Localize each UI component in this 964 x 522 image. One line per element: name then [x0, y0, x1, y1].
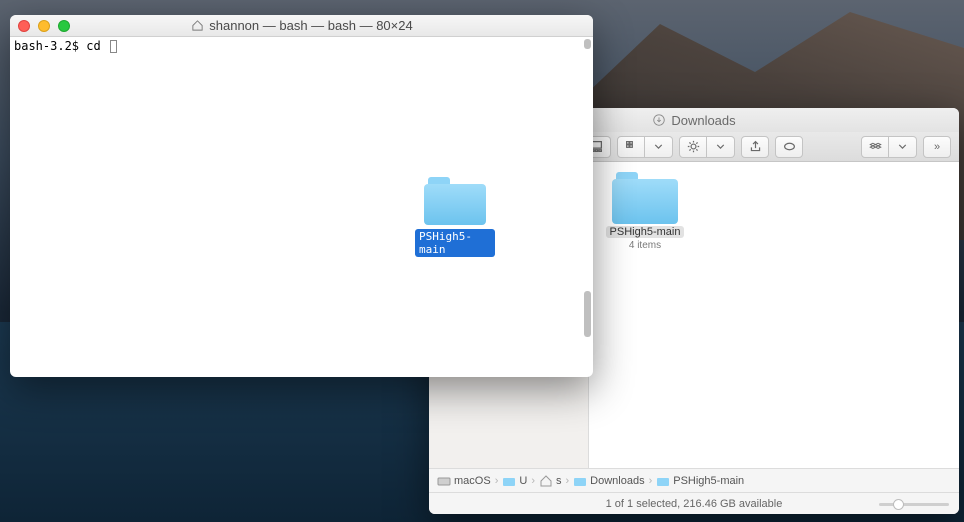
finder-content[interactable]: PSHigh5-main 4 items — [589, 162, 959, 468]
action-group — [679, 136, 735, 158]
drag-label: PSHigh5-main — [415, 229, 495, 257]
folder-icon — [502, 474, 516, 488]
item-name: PSHigh5-main — [606, 226, 685, 238]
action-button[interactable] — [679, 136, 707, 158]
dropbox-chevron[interactable] — [889, 136, 917, 158]
path-macos[interactable]: macOS — [437, 474, 491, 488]
home-icon — [539, 474, 553, 488]
disk-icon — [437, 474, 451, 488]
folder-icon — [656, 474, 670, 488]
folder-icon — [612, 172, 678, 224]
path-sep: › — [495, 475, 499, 487]
terminal-title-text: shannon — bash — bash — 80×24 — [209, 18, 412, 33]
tags-button[interactable] — [775, 136, 803, 158]
terminal-titlebar[interactable]: shannon — bash — bash — 80×24 — [10, 15, 593, 37]
toolbar-overflow[interactable]: » — [923, 136, 951, 158]
terminal-prompt: bash-3.2$ — [14, 39, 86, 53]
finder-item[interactable]: PSHigh5-main 4 items — [599, 172, 691, 458]
terminal-cursor — [110, 40, 117, 53]
terminal-scroll-top[interactable] — [584, 39, 591, 49]
cloud-group — [861, 136, 917, 158]
arrange-group — [617, 136, 673, 158]
action-chevron[interactable] — [707, 136, 735, 158]
terminal-body[interactable]: bash-3.2$ cd PSHigh5-main — [10, 37, 593, 377]
path-sep: › — [649, 475, 653, 487]
terminal-window: shannon — bash — bash — 80×24 bash-3.2$ … — [10, 15, 593, 377]
path-current[interactable]: PSHigh5-main — [656, 474, 744, 488]
terminal-title: shannon — bash — bash — 80×24 — [10, 18, 593, 33]
home-icon — [190, 19, 204, 33]
downloads-icon — [652, 113, 666, 127]
finder-statusbar: 1 of 1 selected, 216.46 GB available — [429, 492, 959, 514]
arrange-button[interactable] — [617, 136, 645, 158]
path-users[interactable]: U — [502, 474, 527, 488]
arrange-chevron[interactable] — [645, 136, 673, 158]
terminal-command: cd — [86, 39, 108, 53]
item-meta: 4 items — [629, 240, 661, 251]
path-sep: › — [531, 475, 535, 487]
folder-icon — [573, 474, 587, 488]
path-downloads[interactable]: Downloads — [573, 474, 644, 488]
path-home[interactable]: s — [539, 474, 562, 488]
finder-title-text: Downloads — [671, 113, 735, 128]
path-sep: › — [565, 475, 569, 487]
icon-size-slider[interactable] — [879, 497, 949, 511]
finder-pathbar: macOS › U › s › Downloads › PSHigh5-main — [429, 468, 959, 492]
terminal-scroll-thumb[interactable] — [584, 291, 591, 337]
drag-ghost: PSHigh5-main — [415, 177, 495, 257]
status-text: 1 of 1 selected, 216.46 GB available — [606, 498, 783, 510]
dropbox-button[interactable] — [861, 136, 889, 158]
share-button[interactable] — [741, 136, 769, 158]
folder-icon — [424, 177, 486, 225]
